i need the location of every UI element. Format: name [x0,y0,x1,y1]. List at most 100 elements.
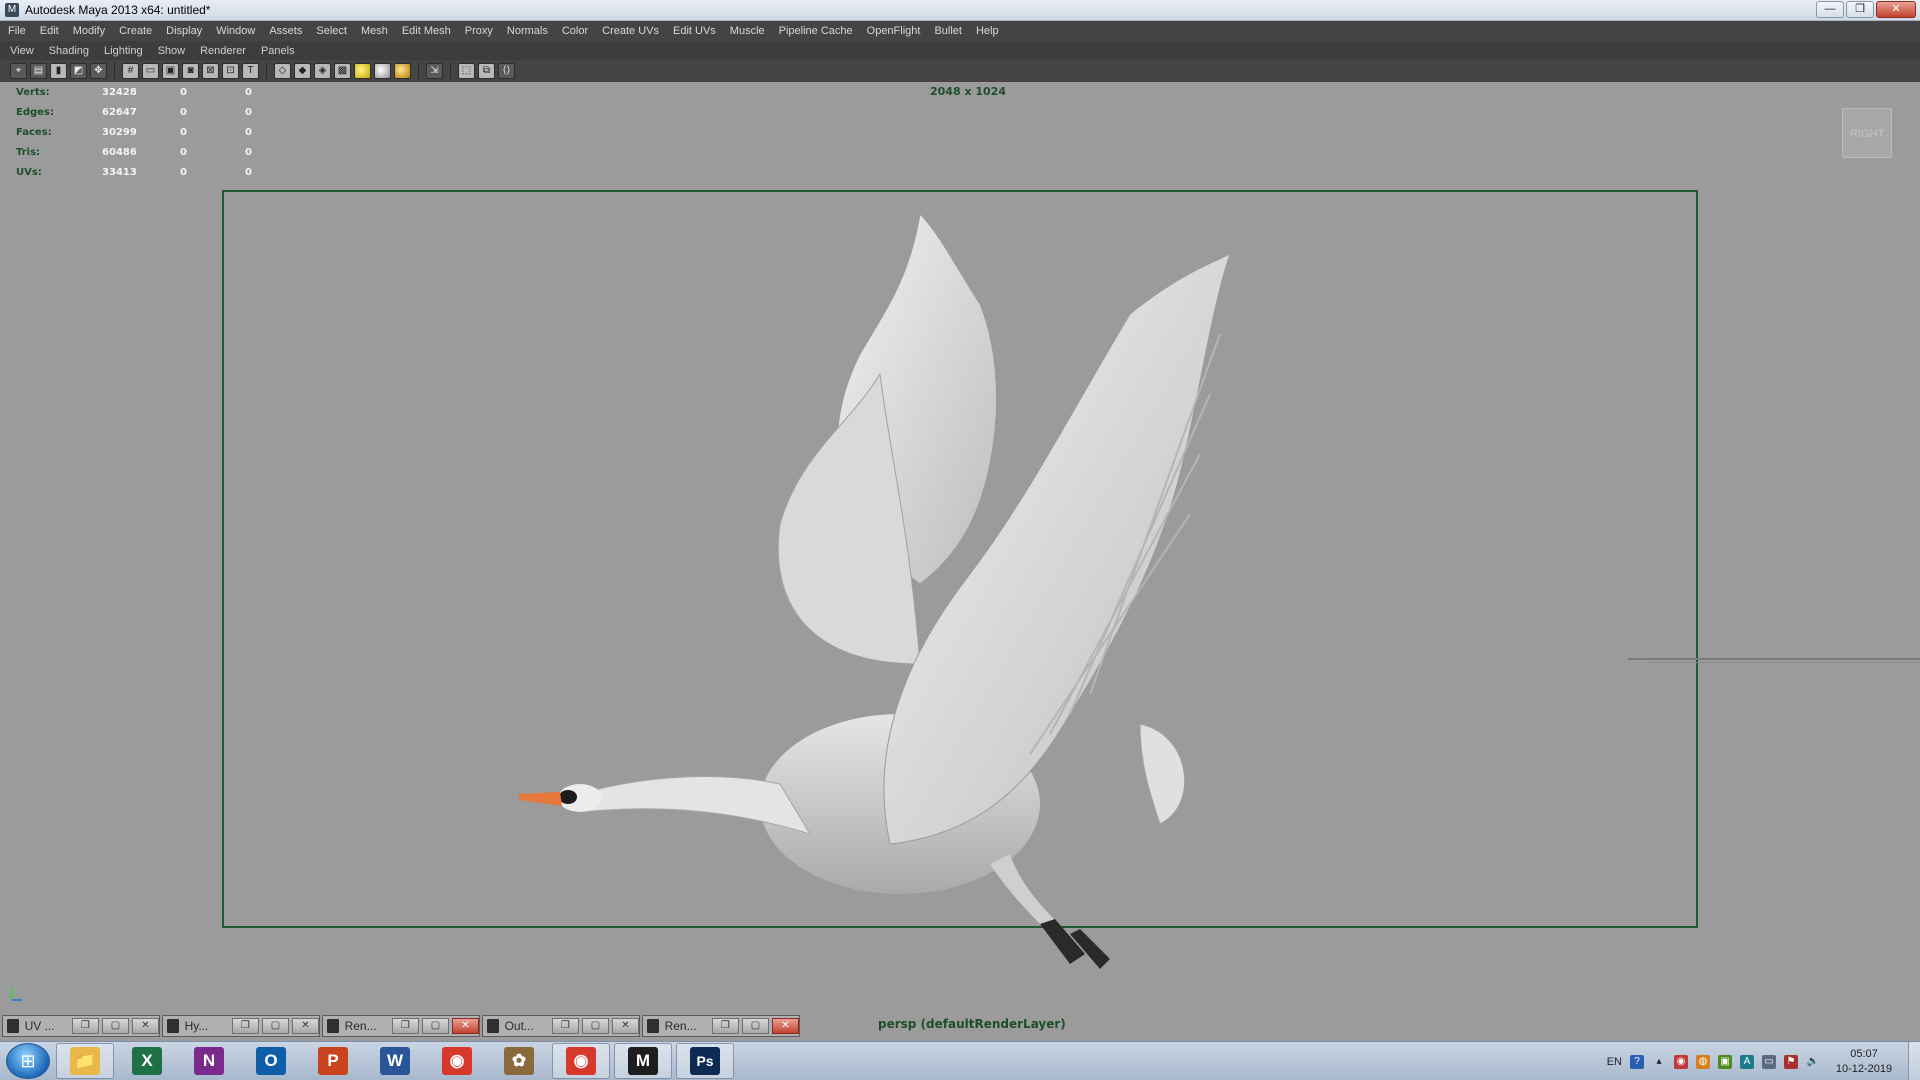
taskbar-outlook[interactable]: O [242,1043,300,1079]
taskbar-chrome-active[interactable]: ◉ [552,1043,610,1079]
menu-proxy[interactable]: Proxy [465,25,493,37]
clock[interactable]: 05:07 10-12-2019 [1828,1047,1900,1077]
taskbar-gimp[interactable]: ✿ [490,1043,548,1079]
grid-icon[interactable]: # [122,63,139,79]
taskbar-explorer[interactable]: 📁 [56,1043,114,1079]
camera-attributes-icon[interactable]: ▤ [30,63,47,79]
menu-pipeline-cache[interactable]: Pipeline Cache [779,25,853,37]
panel-menu-shading[interactable]: Shading [49,45,89,57]
menu-bullet[interactable]: Bullet [934,25,962,37]
menu-normals[interactable]: Normals [507,25,548,37]
panel-menu-lighting[interactable]: Lighting [104,45,143,57]
start-button[interactable]: ⊞ [6,1043,50,1079]
minimized-panel-render-1[interactable]: Ren... ❐ ▢ ✕ [322,1014,480,1037]
menu-file[interactable]: File [8,25,26,37]
field-chart-icon[interactable]: ⊠ [202,63,219,79]
bookmark-icon[interactable]: ▮ [50,63,67,79]
xray-icon[interactable]: ⬚ [458,63,475,79]
taskbar-powerpoint[interactable]: P [304,1043,362,1079]
menu-select[interactable]: Select [316,25,347,37]
viewcube[interactable]: RIGHT [1842,108,1892,158]
shade-wireframe-icon[interactable]: ◈ [314,63,331,79]
smooth-shade-icon[interactable]: ◆ [294,63,311,79]
restore-button[interactable]: ❐ [551,1017,579,1034]
menu-muscle[interactable]: Muscle [730,25,765,37]
taskbar-maya[interactable]: M [614,1043,672,1079]
all-lights-icon[interactable] [374,63,391,79]
wireframe-icon[interactable]: ◇ [274,63,291,79]
restore-button[interactable]: ❐ [1846,1,1874,18]
minimized-panel-outliner[interactable]: Out... ❐ ▢ ✕ [482,1014,640,1037]
image-plane-icon[interactable]: ◩ [70,63,87,79]
taskbar-onenote[interactable]: N [180,1043,238,1079]
show-desktop-button[interactable] [1908,1042,1920,1080]
volume-icon[interactable]: 🔈 [1806,1055,1820,1069]
minimized-panel-uv[interactable]: UV ... ❐ ▢ ✕ [2,1014,160,1037]
safe-action-icon[interactable]: ⊡ [222,63,239,79]
panel-menu-show[interactable]: Show [158,45,186,57]
maximize-button[interactable]: ▢ [421,1017,449,1034]
restore-button[interactable]: ❐ [391,1017,419,1034]
menu-create[interactable]: Create [119,25,152,37]
maximize-button[interactable]: ▢ [741,1017,769,1034]
hypershade-icon[interactable]: ⟨⟩ [498,63,515,79]
resolution-gate-icon[interactable]: ▣ [162,63,179,79]
close-button[interactable]: ✕ [291,1017,320,1034]
camera-select-icon[interactable]: ⌖ [10,63,27,79]
menu-openflight[interactable]: OpenFlight [867,25,921,37]
persp-viewport[interactable]: Verts: 32428 0 0 Edges: 62647 0 0 Faces:… [0,82,1920,1010]
menu-assets[interactable]: Assets [269,25,302,37]
menu-modify[interactable]: Modify [73,25,105,37]
panel-menu-renderer[interactable]: Renderer [200,45,246,57]
maximize-button[interactable]: ▢ [581,1017,609,1034]
action-center-icon[interactable]: ⚑ [1784,1054,1798,1069]
close-button[interactable]: ✕ [131,1017,160,1034]
maximize-button[interactable]: ▢ [261,1017,289,1034]
restore-button[interactable]: ❐ [711,1017,739,1034]
2d-pan-icon[interactable]: ✥ [90,63,107,79]
isolate-select-icon[interactable]: ⇲ [426,63,443,79]
taskbar-chrome[interactable]: ◉ [428,1043,486,1079]
network-app-icon[interactable]: ◉ [1674,1054,1688,1069]
menu-create-uvs[interactable]: Create UVs [602,25,659,37]
restore-button[interactable]: ❐ [231,1017,259,1034]
antivirus-icon[interactable]: ◍ [1696,1054,1710,1069]
safe-title-icon[interactable]: T [242,63,259,79]
textured-icon[interactable]: ▩ [334,63,351,79]
help-icon[interactable]: ? [1630,1054,1644,1069]
panel-menu-panels[interactable]: Panels [261,45,295,57]
autodesk-icon[interactable]: A [1740,1054,1754,1069]
close-button[interactable]: ✕ [1876,1,1916,18]
nvidia-icon[interactable]: ▣ [1718,1054,1732,1069]
taskbar-word[interactable]: W [366,1043,424,1079]
minimize-button[interactable]: — [1816,1,1844,18]
language-indicator[interactable]: EN [1607,1056,1622,1068]
gate-mask-icon[interactable]: ◙ [182,63,199,79]
menu-edit[interactable]: Edit [40,25,59,37]
close-button[interactable]: ✕ [451,1017,480,1034]
menu-color[interactable]: Color [562,25,588,37]
menu-window[interactable]: Window [216,25,255,37]
minimized-panel-render-2[interactable]: Ren... ❐ ▢ ✕ [642,1014,800,1037]
restore-button[interactable]: ❐ [71,1017,99,1034]
taskbar-photoshop[interactable]: Ps [676,1043,734,1079]
menu-edit-mesh[interactable]: Edit Mesh [402,25,451,37]
panel-menu-view[interactable]: View [10,45,34,57]
close-button[interactable]: ✕ [611,1017,640,1034]
menu-help[interactable]: Help [976,25,999,37]
default-lighting-icon[interactable] [354,63,371,79]
show-hidden-icons-icon[interactable]: ▴ [1652,1055,1666,1069]
maya-app-icon[interactable]: M [5,3,19,17]
menu-edit-uvs[interactable]: Edit UVs [673,25,716,37]
display-icon[interactable]: ▭ [1762,1054,1776,1069]
xray-joints-icon[interactable]: ⧉ [478,63,495,79]
maximize-button[interactable]: ▢ [101,1017,129,1034]
swan-model[interactable] [510,194,1230,974]
taskbar-excel[interactable]: X [118,1043,176,1079]
film-gate-icon[interactable]: ▭ [142,63,159,79]
shadows-icon[interactable] [394,63,411,79]
menu-mesh[interactable]: Mesh [361,25,388,37]
menu-display[interactable]: Display [166,25,202,37]
minimized-panel-hypershade[interactable]: Hy... ❐ ▢ ✕ [162,1014,320,1037]
close-button[interactable]: ✕ [771,1017,800,1034]
